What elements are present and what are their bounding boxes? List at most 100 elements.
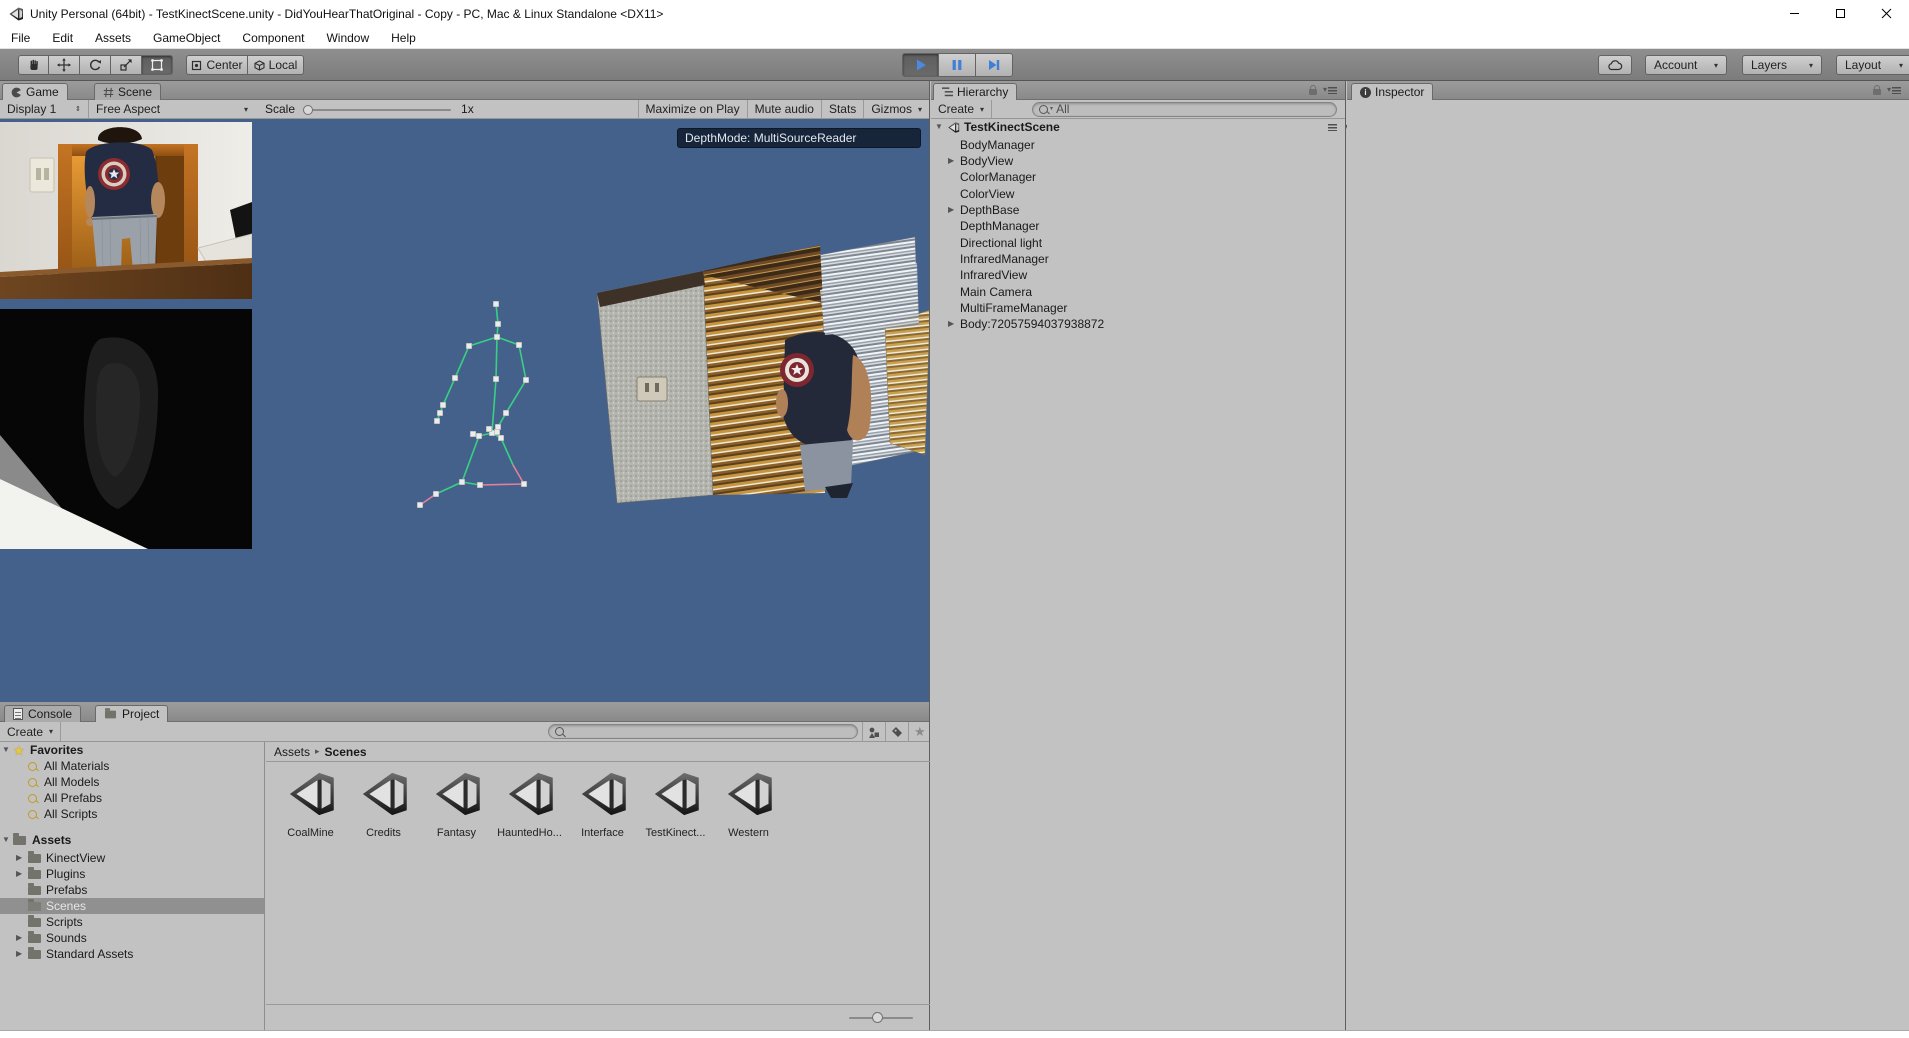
asset-scene-file[interactable]: HauntedHo... [493,768,566,839]
menu-assets[interactable]: Assets [84,27,142,49]
hierarchy-item[interactable]: ▶Body:72057594037938872 [931,316,1345,332]
panel-menu-icon[interactable]: ▾ [1887,86,1901,94]
rect-tool-button[interactable] [142,55,173,75]
icon-size-slider[interactable] [266,1005,930,1030]
expand-triangle-icon[interactable]: ▼ [2,746,10,754]
hierarchy-item[interactable]: InfraredManager [931,251,1345,267]
pause-button[interactable] [939,53,976,77]
rotate-tool-button[interactable] [80,55,111,75]
menu-gameobject[interactable]: GameObject [142,27,231,49]
hierarchy-item[interactable]: ColorView [931,186,1345,202]
hierarchy-item[interactable]: BodyManager [931,137,1345,153]
expand-triangle-icon[interactable]: ▶ [16,854,22,862]
space-local-button[interactable]: Local [248,55,304,75]
expand-triangle-icon[interactable]: ▶ [948,206,954,214]
hierarchy-item[interactable]: MultiFrameManager [931,300,1345,316]
mute-audio-button[interactable]: Mute audio [748,100,821,118]
search-by-label-button[interactable] [885,722,908,742]
cloud-button[interactable] [1598,55,1632,75]
asset-scene-file[interactable]: TestKinect... [639,768,712,839]
hierarchy-root-row[interactable]: ▼ TestKinectScene ▾ [931,119,1345,135]
project-search-input[interactable] [548,724,858,739]
hierarchy-item[interactable]: ▶BodyView [931,153,1345,169]
console-doc-icon [13,708,23,720]
move-tool-button[interactable] [49,55,80,75]
menu-window[interactable]: Window [315,27,380,49]
aspect-dropdown[interactable]: Free Aspect▾ [89,100,255,118]
expand-triangle-icon[interactable]: ▶ [16,950,22,958]
pivot-center-button[interactable]: Center [186,55,248,75]
tab-scene[interactable]: Scene [94,83,161,100]
hierarchy-create-button[interactable]: Create▾ [931,100,992,118]
unity-scene-icon [723,768,775,820]
stats-button[interactable]: Stats [822,100,863,118]
hierarchy-search-input[interactable]: ▾ All [1032,102,1337,117]
tab-inspector[interactable]: i Inspector [1351,83,1433,100]
asset-scene-file[interactable]: Credits [347,768,420,839]
hierarchy-item[interactable]: InfraredView [931,267,1345,283]
account-dropdown[interactable]: Account▾ [1645,55,1727,75]
close-button[interactable] [1863,0,1909,27]
unity-scene-icon [577,768,629,820]
scale-icon [119,58,133,72]
step-button[interactable] [976,53,1013,77]
tab-hierarchy[interactable]: Hierarchy [933,83,1017,100]
project-create-button[interactable]: Create▾ [0,722,61,741]
scale-tool-button[interactable] [111,55,142,75]
tab-project[interactable]: Project [95,705,168,722]
expand-triangle-icon[interactable]: ▶ [948,157,954,165]
favorite-search-button[interactable]: ★ [908,722,931,742]
expand-triangle-icon[interactable]: ▶ [16,870,22,878]
panel-menu-icon[interactable]: ▾ [1323,86,1337,94]
hand-tool-button[interactable] [18,55,49,75]
menu-help[interactable]: Help [380,27,427,49]
lock-icon[interactable] [1873,89,1881,95]
menu-file[interactable]: File [0,27,41,49]
inspector-info-icon: i [1360,87,1371,98]
asset-scene-file[interactable]: CoalMine [274,768,347,839]
hierarchy-item[interactable]: DepthManager [931,218,1345,234]
lock-icon[interactable] [1309,89,1317,95]
maximize-button[interactable] [1817,0,1863,27]
hierarchy-item[interactable]: Directional light [931,235,1345,251]
favorites-star-icon: ★ [13,744,25,757]
menu-component[interactable]: Component [231,27,315,49]
expand-triangle-icon[interactable]: ▶ [948,320,954,328]
scale-value: 1x [461,102,474,116]
layout-dropdown[interactable]: Layout▾ [1836,55,1909,75]
hierarchy-item[interactable]: Main Camera [931,284,1345,300]
menu-edit[interactable]: Edit [41,27,84,49]
asset-scene-file[interactable]: Interface [566,768,639,839]
expand-triangle-icon[interactable]: ▼ [2,836,10,844]
play-button[interactable] [902,53,939,77]
expand-triangle-icon[interactable]: ▶ [16,934,22,942]
breadcrumb-current[interactable]: Scenes [325,745,367,759]
breadcrumb-root[interactable]: Assets [274,745,310,759]
scene-asset-icon [947,121,960,134]
search-by-type-button[interactable] [862,722,885,742]
project-files-pane: Assets ▸ Scenes CoalMine Credits Fantasy… [266,742,930,1030]
folder-item-selected[interactable]: Scenes [0,898,264,914]
tab-game[interactable]: Game [2,83,68,100]
layers-dropdown[interactable]: Layers▾ [1742,55,1822,75]
tag-icon [891,726,903,738]
folder-icon [13,836,26,845]
folder-icon [28,902,41,911]
hierarchy-item[interactable]: ColorManager [931,169,1345,185]
gizmos-dropdown[interactable]: Gizmos▾ [864,100,929,118]
star-icon: ★ [914,724,926,740]
minimize-button[interactable] [1771,0,1817,27]
tab-console[interactable]: Console [4,705,81,722]
breadcrumb: Assets ▸ Scenes [266,742,930,762]
folder-icon [28,918,41,927]
asset-scene-file[interactable]: Western [712,768,785,839]
display-dropdown[interactable]: Display 1⇕ [0,100,88,118]
hierarchy-item[interactable]: ▶DepthBase [931,202,1345,218]
scene-menu-icon[interactable]: ▾ [1328,124,1337,131]
expand-triangle-icon[interactable]: ▼ [935,123,943,131]
folder-icon [28,934,41,943]
maximize-on-play-button[interactable]: Maximize on Play [639,100,747,118]
title-bar: Unity Personal (64bit) - TestKinectScene… [0,0,1909,27]
asset-scene-file[interactable]: Fantasy [420,768,493,839]
scale-slider[interactable] [303,100,453,119]
